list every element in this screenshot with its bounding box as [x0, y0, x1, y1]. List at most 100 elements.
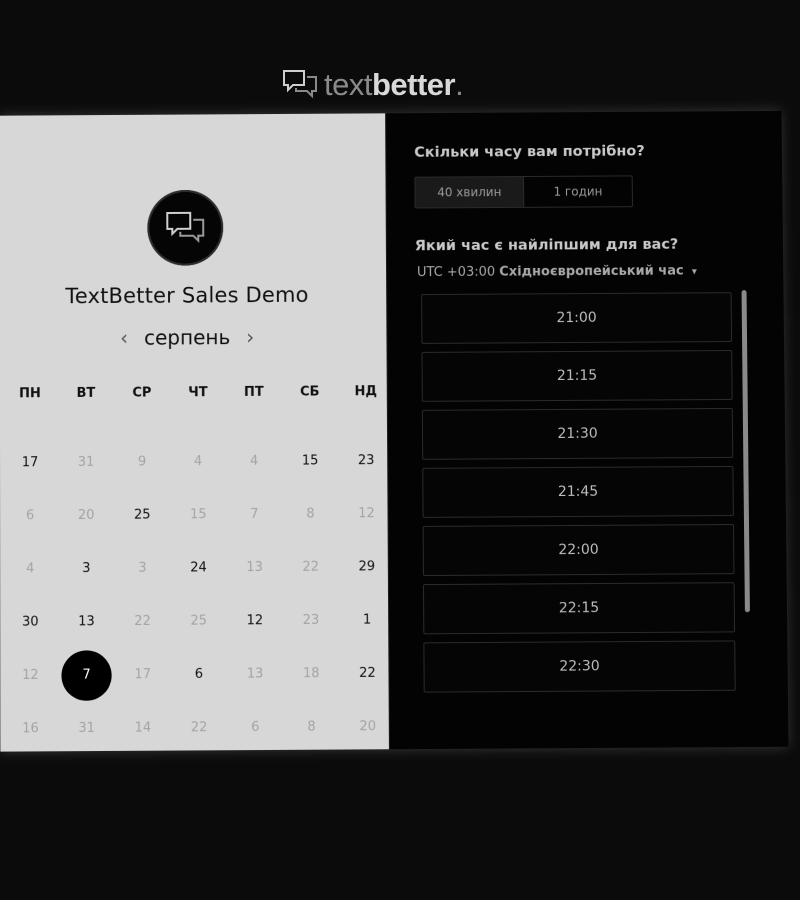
calendar-day-label: 23 [303, 613, 320, 628]
logo-dot: . [455, 67, 463, 102]
weekday-header: ПН ВТ СР ЧТ ПТ СБ НД [0, 384, 389, 401]
weekday-label: ВТ [58, 386, 114, 401]
calendar-day-label: 25 [134, 508, 151, 523]
calendar-day-label: 3 [82, 561, 90, 576]
time-slot-list: 21:00 21:15 21:30 21:45 22:00 22:15 22:30 [421, 292, 738, 697]
calendar-grid: 17 31 9 4 4 15 23 6 20 25 15 7 8 12 4 3 3 24 13 22 29 30 13 22 2… [0, 434, 391, 756]
duration-option-60[interactable]: 1 годин [524, 176, 632, 206]
logo-text-bold: better [372, 67, 455, 102]
time-slot-button[interactable]: 22:30 [423, 640, 735, 692]
calendar-day-label: 16 [22, 721, 39, 736]
time-slot-button[interactable]: 21:30 [422, 408, 733, 460]
time-slot-button[interactable]: 22:15 [423, 582, 735, 634]
calendar-day: 3 [114, 541, 170, 595]
calendar-day[interactable]: 24 [170, 541, 226, 595]
calendar-day-label: 15 [302, 453, 319, 468]
calendar-day: 31 [59, 702, 115, 756]
calendar-day[interactable]: 17 [2, 436, 58, 489]
caret-down-icon: ▾ [692, 266, 697, 277]
calendar-day[interactable]: 25 [114, 488, 170, 541]
calendar-day-selected[interactable]: 7 [58, 648, 114, 702]
calendar-day[interactable]: 23 [338, 434, 394, 487]
calendar-day: 15 [170, 488, 226, 541]
calendar-day: 23 [283, 594, 339, 648]
calendar-day: 12 [338, 487, 394, 540]
timezone-offset: UTC +03:00 [417, 265, 495, 280]
weekday-label: ПН [2, 386, 58, 401]
calendar-day: 31 [58, 436, 114, 489]
calendar-day-label: 12 [247, 613, 264, 628]
calendar-day-label: 7 [61, 650, 111, 701]
calendar-day-label: 18 [303, 666, 320, 681]
calendar-day-label: 8 [307, 719, 315, 734]
calendar-day-label: 6 [251, 720, 259, 735]
calendar-day-label: 25 [190, 614, 207, 629]
calendar-day: 4 [170, 435, 226, 488]
calendar-day: 4 [226, 435, 282, 488]
calendar-day-label: 17 [134, 667, 151, 682]
chat-bubbles-icon [282, 68, 318, 100]
calendar-day: 14 [115, 701, 171, 755]
calendar-day-label: 22 [191, 720, 208, 735]
calendar-day-label: 13 [247, 666, 264, 681]
calendar-day[interactable]: 15 [282, 434, 338, 487]
calendar-day[interactable]: 30 [2, 595, 58, 649]
timezone-selector[interactable]: UTC +03:00 Східноєвропейський час ▾ [417, 264, 697, 281]
timezone-name: Східноєвропейський час [499, 264, 684, 280]
slot-list-scrollbar[interactable] [742, 290, 750, 612]
month-label: серпень [144, 325, 230, 349]
duration-toggle: 40 хвилин 1 годин [414, 175, 633, 208]
calendar-day[interactable]: 3 [58, 542, 114, 596]
time-slot-button[interactable]: 22:00 [423, 524, 735, 576]
time-question: Який час є найліпшим для вас? [415, 237, 679, 255]
calendar-day: 13 [227, 647, 283, 701]
calendar-day: 13 [226, 541, 282, 595]
calendar-day-label: 4 [250, 454, 258, 469]
calendar-day[interactable]: 13 [58, 595, 114, 649]
calendar-day-label: 3 [138, 561, 146, 576]
calendar-day-label: 17 [22, 455, 39, 470]
calendar-day-label: 24 [190, 560, 207, 575]
calendar-day: 16 [2, 702, 58, 756]
calendar-day-label: 29 [358, 559, 375, 574]
calendar-day-label: 7 [250, 507, 258, 522]
calendar-day: 18 [283, 647, 339, 701]
calendar-day: 25 [171, 594, 227, 648]
calendar-day-label: 22 [134, 614, 151, 629]
calendar-day: 20 [58, 489, 114, 542]
weekday-label: ЧТ [170, 385, 226, 400]
weekday-label: СБ [282, 384, 338, 399]
calendar-day-label: 9 [138, 455, 146, 470]
calendar-day-label: 22 [359, 666, 376, 681]
duration-option-40[interactable]: 40 хвилин [415, 177, 524, 207]
weekday-label: ПТ [226, 385, 282, 400]
logo-wordmark: textbetter. [324, 69, 463, 100]
textbetter-logo: textbetter. [282, 68, 463, 100]
calendar-day-label: 31 [78, 455, 95, 470]
calendar-day-label: 4 [26, 561, 34, 576]
calendar-day-label: 20 [78, 508, 95, 523]
calendar-day: 9 [114, 435, 170, 488]
weekday-label: НД [338, 384, 394, 399]
calendar-day: 6 [2, 489, 58, 542]
calendar-day[interactable]: 12 [227, 594, 283, 648]
calendar-day: 12 [2, 649, 58, 703]
logo-text-light: text [324, 67, 372, 102]
calendar-day[interactable]: 1 [339, 593, 395, 647]
calendar-day-label: 12 [358, 506, 375, 521]
calendar-day[interactable]: 6 [171, 648, 227, 702]
time-slot-button[interactable]: 21:15 [421, 350, 732, 402]
month-navigation: ‹ серпень › [0, 324, 375, 350]
next-month-chevron-icon[interactable]: › [246, 327, 254, 347]
time-slot-button[interactable]: 21:45 [422, 466, 734, 518]
calendar-day: 20 [339, 700, 396, 754]
calendar-day-label: 13 [78, 614, 95, 629]
calendar-day: 22 [114, 595, 170, 649]
product-title: TextBetter Sales Demo [0, 282, 374, 308]
calendar-day[interactable]: 22 [339, 647, 395, 701]
prev-month-chevron-icon[interactable]: ‹ [120, 328, 128, 348]
calendar-day[interactable]: 29 [339, 540, 395, 594]
time-slot-button[interactable]: 21:00 [421, 292, 732, 344]
calendar-day-label: 14 [135, 720, 152, 735]
calendar-day-label: 12 [22, 668, 39, 683]
